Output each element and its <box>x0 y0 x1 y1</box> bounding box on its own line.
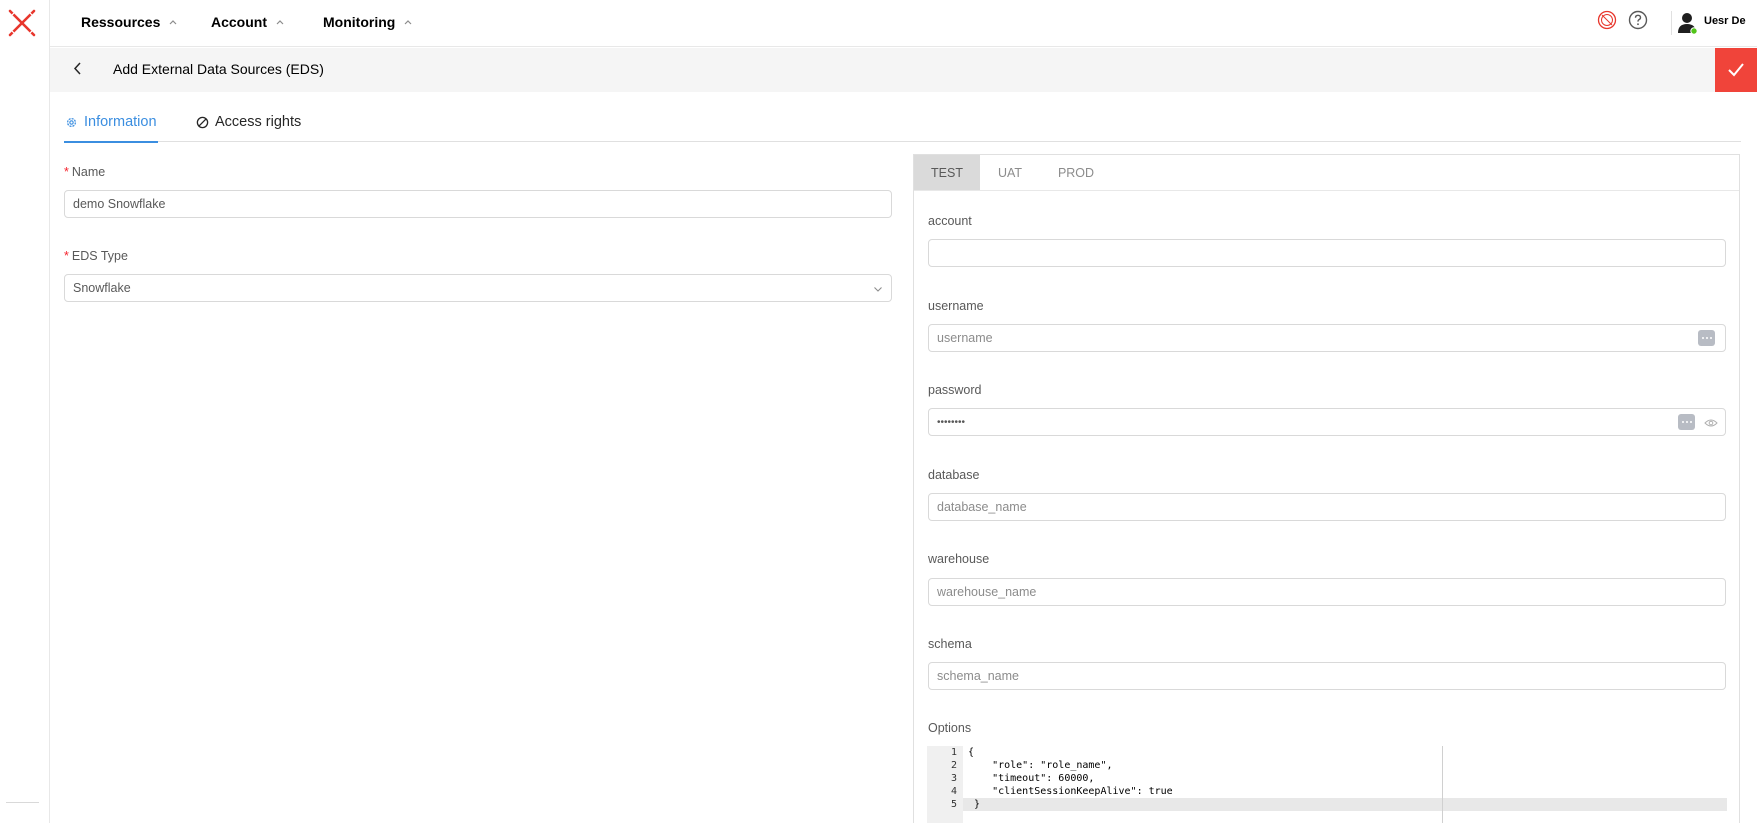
password-value: •••••••• <box>937 416 966 428</box>
code-line: "role": "role_name", <box>968 760 1113 771</box>
emoji-icon[interactable] <box>1597 10 1617 30</box>
tab-access-rights[interactable]: Access rights <box>196 114 301 130</box>
code-line: "timeout": 60000, <box>968 773 1095 784</box>
options-code-editor[interactable]: 1 2 3 4 5 { "role": "role_name", "timeou… <box>927 746 1727 823</box>
password-input[interactable]: •••••••• <box>928 408 1726 436</box>
password-manager-icon[interactable] <box>1698 330 1715 346</box>
warehouse-placeholder: warehouse_name <box>937 585 1037 599</box>
nav-item-label: Account <box>211 14 267 30</box>
nav-item-label: Monitoring <box>323 14 396 30</box>
code-line: "clientSessionKeepAlive": true <box>968 786 1173 797</box>
gear-icon <box>66 117 77 127</box>
username-placeholder: username <box>937 331 993 345</box>
tab-test[interactable]: TEST <box>914 155 980 190</box>
sidebar-divider <box>6 802 39 803</box>
code-line: { <box>968 747 975 758</box>
environment-tabs: TEST UAT PROD <box>914 155 1739 191</box>
code-line: } <box>968 799 981 810</box>
active-line-highlight <box>927 798 1727 811</box>
eds-type-label: * EDS Type <box>64 249 128 263</box>
chevron-up-icon <box>276 20 284 25</box>
name-label: * Name <box>64 165 106 179</box>
username-input[interactable]: username <box>928 324 1726 352</box>
chevron-up-icon <box>404 20 412 25</box>
line-number: 2 <box>950 760 957 771</box>
line-number: 1 <box>950 747 957 758</box>
tab-label: Information <box>84 114 157 130</box>
line-number: 3 <box>950 773 957 784</box>
warehouse-input[interactable]: warehouse_name <box>928 578 1726 606</box>
tab-bar: Information Access rights <box>64 100 1741 143</box>
forbidden-icon <box>196 116 209 128</box>
eds-type-select[interactable]: Snowflake <box>64 274 892 302</box>
nav-divider <box>1671 11 1672 35</box>
line-number: 4 <box>950 786 957 797</box>
name-input[interactable]: demo Snowflake <box>64 190 892 218</box>
nav-item-account[interactable]: Account <box>211 14 285 30</box>
chevron-up-icon <box>169 20 177 25</box>
help-icon[interactable] <box>1628 10 1648 30</box>
account-label: account <box>928 214 972 228</box>
database-input[interactable]: database_name <box>928 493 1726 521</box>
eds-type-value: Snowflake <box>73 281 131 295</box>
title-bar: Add External Data Sources (EDS) <box>50 48 1757 92</box>
line-number: 5 <box>950 799 957 810</box>
schema-input[interactable]: schema_name <box>928 662 1726 690</box>
print-margin <box>1442 746 1443 823</box>
username-label: username <box>928 299 984 313</box>
page-title: Add External Data Sources (EDS) <box>113 61 324 77</box>
schema-label: schema <box>928 637 972 651</box>
password-label: password <box>928 383 982 397</box>
tab-prod[interactable]: PROD <box>1040 155 1112 190</box>
database-label: database <box>928 468 980 482</box>
save-button[interactable] <box>1715 48 1757 92</box>
logo-icon[interactable] <box>7 8 37 38</box>
required-mark: * <box>64 165 69 179</box>
tab-information[interactable]: Information <box>64 114 158 143</box>
required-mark: * <box>64 249 69 263</box>
schema-placeholder: schema_name <box>937 669 1019 683</box>
options-label: Options <box>928 721 972 735</box>
check-icon <box>1728 63 1744 77</box>
account-input[interactable] <box>928 239 1726 267</box>
database-placeholder: database_name <box>937 500 1027 514</box>
tab-label: Access rights <box>215 114 302 130</box>
sidebar <box>0 0 50 823</box>
top-navigation: Ressources Account Monitoring <box>50 0 1757 47</box>
nav-item-monitoring[interactable]: Monitoring <box>323 14 413 30</box>
chevron-down-icon <box>874 287 882 292</box>
nav-item-ressources[interactable]: Ressources <box>81 14 178 30</box>
avatar-icon[interactable] <box>1677 11 1699 35</box>
eye-icon[interactable] <box>1704 418 1718 428</box>
warehouse-label: warehouse <box>928 552 990 566</box>
user-name[interactable]: Uesr De <box>1704 15 1746 27</box>
nav-item-label: Ressources <box>81 14 161 30</box>
tab-uat[interactable]: UAT <box>980 155 1040 190</box>
name-value: demo Snowflake <box>73 197 166 211</box>
back-arrow-icon[interactable] <box>68 59 88 79</box>
password-manager-icon[interactable] <box>1678 414 1695 430</box>
